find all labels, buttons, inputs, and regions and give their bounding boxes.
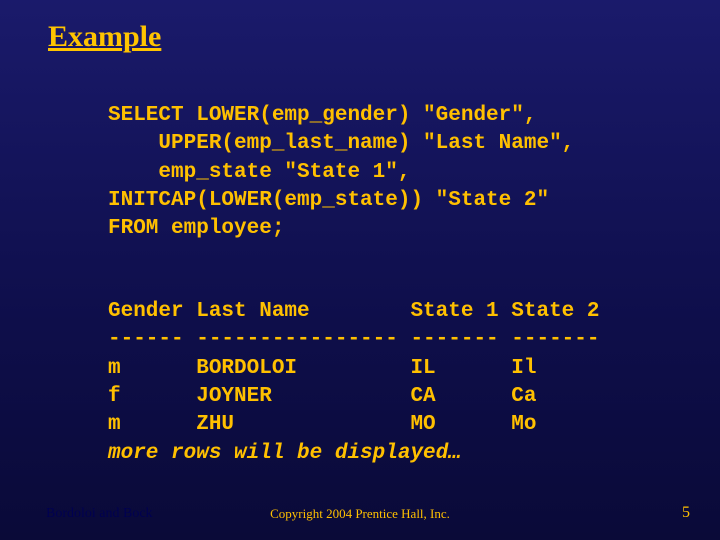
footer-copyright: Copyright 2004 Prentice Hall, Inc.	[0, 506, 720, 522]
table-row: m ZHU MO Mo	[108, 413, 536, 436]
code-line: INITCAP(LOWER(emp_state)) "State 2"	[108, 189, 549, 212]
result-rule: ------ ---------------- ------- -------	[108, 328, 599, 351]
page-number: 5	[682, 504, 690, 522]
table-row: m BORDOLOI IL Il	[108, 357, 536, 380]
sql-code-block: SELECT LOWER(emp_gender) "Gender", UPPER…	[108, 102, 574, 244]
code-line: emp_state "State 1",	[108, 161, 410, 184]
table-row: f JOYNER CA Ca	[108, 385, 536, 408]
query-result-block: Gender Last Name State 1 State 2 ------ …	[108, 298, 599, 468]
more-rows-note: more rows will be displayed…	[108, 442, 461, 465]
code-line: UPPER(emp_last_name) "Last Name",	[108, 132, 574, 155]
code-line: SELECT LOWER(emp_gender) "Gender",	[108, 104, 536, 127]
code-line: FROM employee;	[108, 217, 284, 240]
slide-title: Example	[48, 20, 161, 54]
result-header: Gender Last Name State 1 State 2	[108, 300, 599, 323]
